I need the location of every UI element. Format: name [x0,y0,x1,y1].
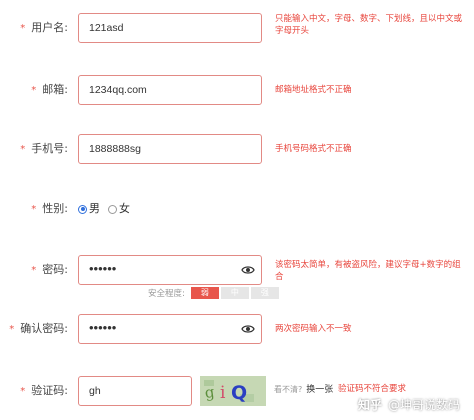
password-error: 该密码太简单，有被盗风险，建议字母+数字的组合 [275,260,461,282]
confirm-password-label-text: 确认密码: [20,322,68,335]
captcha-label: * 验证码: [20,376,68,406]
watermark-logo: 知乎 [358,398,383,412]
captcha-char-i: i [220,383,226,403]
captcha-char-q: Q [231,382,247,404]
email-error: 邮箱地址格式不正确 [275,85,352,95]
username-value: 121asd [89,22,124,34]
captcha-error: 验证码不符合要求 [338,384,407,394]
captcha-label-text: 验证码: [31,384,68,397]
username-input[interactable]: 121asd [78,13,262,43]
eye-icon[interactable] [241,264,255,276]
captcha-image[interactable]: g i Q [200,376,266,406]
phone-label-text: 手机号: [31,142,68,155]
password-label: * 密码: [31,255,68,285]
username-error: 只能输入中文，字母、数字、下划线，且以中文或字母开头 [275,14,463,36]
gender-female-radio[interactable] [108,204,117,214]
phone-input[interactable]: 1888888sg [78,134,262,164]
required-mark: * [31,265,37,276]
gender-label: * 性别: [31,194,68,224]
phone-value: 1888888sg [89,143,141,155]
required-mark: * [20,144,26,155]
required-mark: * [31,85,37,96]
gender-label-text: 性别: [42,202,68,215]
phone-error: 手机号码格式不正确 [275,144,352,154]
email-label-text: 邮箱: [42,83,68,96]
confirm-password-label: * 确认密码: [9,314,68,344]
confirm-password-error: 两次密码输入不一致 [275,324,352,334]
email-value: 1234qq.com [89,84,147,96]
strength-weak-bar: 弱 [190,287,219,299]
strength-label: 安全程度: [148,289,185,299]
password-strength-meter: 安全程度: 弱 中 强 [148,287,279,299]
watermark: 知乎 @坤哥说数码 [358,396,460,413]
strength-medium-bar: 中 [220,287,249,299]
email-label: * 邮箱: [31,75,68,105]
username-label-text: 用户名: [31,21,68,34]
gender-female-label[interactable]: 女 [119,194,130,224]
captcha-input[interactable]: gh [78,376,192,406]
captcha-refresh: 看不清? 换一张 [274,382,333,395]
confirm-password-input[interactable]: •••••• [78,314,262,344]
gender-male-label[interactable]: 男 [89,194,100,224]
strength-strong-bar: 强 [250,287,279,299]
captcha-graphic: g i Q [200,376,266,406]
required-mark: * [20,23,26,34]
eye-icon[interactable] [241,323,255,335]
required-mark: * [9,324,15,335]
email-input[interactable]: 1234qq.com [78,75,262,105]
captcha-value: gh [89,385,101,397]
captcha-hint: 看不清? [274,385,303,394]
captcha-refresh-link[interactable]: 换一张 [306,385,333,395]
password-value: •••••• [89,261,117,276]
username-label: * 用户名: [20,13,68,43]
password-input[interactable]: •••••• [78,255,262,285]
required-mark: * [31,204,37,215]
gender-male-radio[interactable] [78,204,87,214]
password-label-text: 密码: [42,263,68,276]
gender-options: 男 女 [78,194,130,224]
confirm-password-value: •••••• [89,320,117,335]
phone-label: * 手机号: [20,134,68,164]
watermark-text: @坤哥说数码 [388,398,461,412]
required-mark: * [20,386,26,397]
